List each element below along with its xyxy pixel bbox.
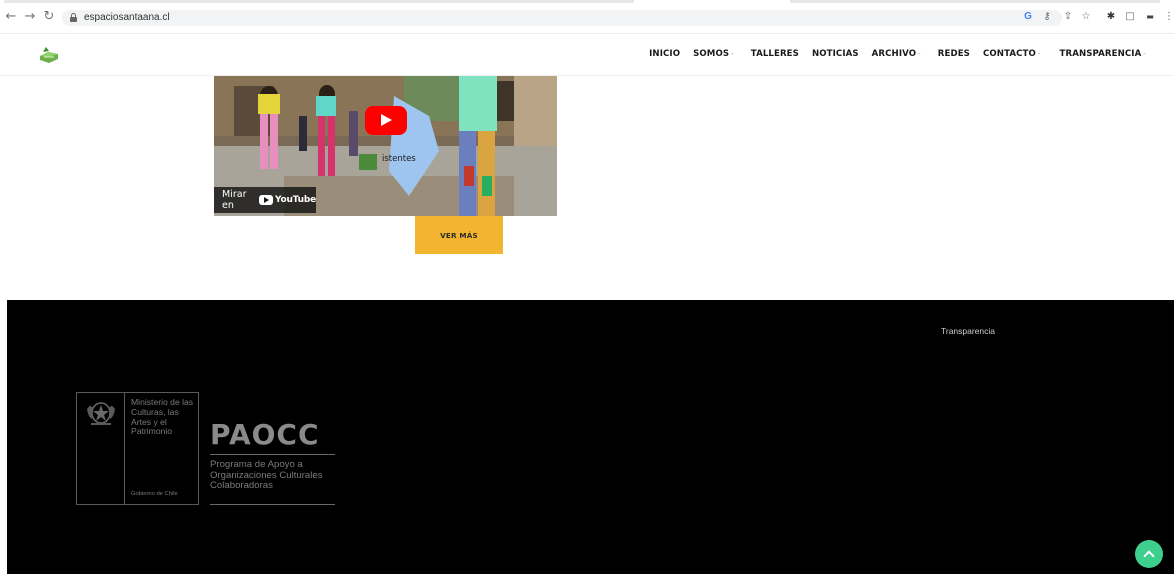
nav-label: INICIO — [649, 49, 681, 59]
video-overlay-text: istentes — [382, 154, 416, 164]
youtube-logo: YouTube — [259, 195, 316, 205]
scroll-to-top-button[interactable] — [1135, 540, 1163, 568]
nav-label: REDES — [937, 49, 970, 59]
site-header: INICIO SOMOS - TALLERES NOTICIAS ARCHIVO -… — [0, 34, 1174, 76]
nav-label: NOTICIAS — [811, 49, 859, 59]
gobierno-label: Gobierno de Chile — [131, 491, 178, 497]
paocc-divider-bottom — [210, 504, 335, 505]
chevron-down-icon: - — [1037, 50, 1041, 58]
address-bar[interactable]: espaciosantaana.cl — [62, 10, 1062, 26]
forward-icon[interactable]: → — [22, 9, 38, 25]
chevron-up-icon — [1143, 550, 1155, 562]
youtube-wordmark: YouTube — [275, 195, 316, 205]
watch-on-label: Mirar en — [222, 189, 247, 211]
main-nav: INICIO SOMOS - TALLERES NOTICIAS ARCHIVO -… — [636, 49, 1146, 59]
ministry-logo: Ministerio de las Culturas, las Artes y … — [76, 392, 199, 505]
star-icon[interactable]: ☆ — [1080, 10, 1092, 24]
nav-label: SOMOS — [693, 49, 730, 59]
site-footer: Transparencia Ministerio de las Culturas… — [7, 300, 1174, 574]
paocc-title: PAOCC — [210, 418, 320, 451]
youtube-icon — [259, 195, 273, 205]
browser-toolbar: ← → ↻ espaciosantaana.cl G ⚷ ⇪ ☆ ✱ □ ▬ ⋮ — [0, 0, 1174, 34]
back-icon[interactable]: ← — [3, 9, 19, 25]
menu-icon[interactable]: ⋮ — [1164, 10, 1174, 24]
ver-mas-button[interactable]: VER MÁS — [415, 216, 503, 254]
google-icon[interactable]: G — [1022, 10, 1034, 24]
nav-item-talleres[interactable]: TALLERES — [751, 49, 799, 59]
logo-divider — [124, 393, 125, 504]
nav-item-noticias[interactable]: NOTICIAS — [812, 49, 859, 59]
reload-icon[interactable]: ↻ — [41, 9, 57, 25]
lock-icon — [70, 13, 77, 22]
extensions-icon[interactable]: ✱ — [1104, 10, 1118, 24]
play-button[interactable] — [365, 106, 407, 135]
nav-item-archivo[interactable]: ARCHIVO - — [872, 49, 921, 59]
play-icon — [381, 114, 392, 126]
nav-item-contacto[interactable]: CONTACTO - — [983, 49, 1041, 59]
paocc-program: Programa de Apoyo a Organizaciones Cultu… — [210, 459, 323, 491]
tab-strip-right — [790, 0, 1160, 3]
sidepanel-icon[interactable]: □ — [1124, 10, 1136, 24]
nav-label: TRANSPARENCIA — [1059, 49, 1142, 59]
nav-item-transparencia[interactable]: TRANSPARENCIA - — [1060, 49, 1146, 59]
site-logo[interactable] — [38, 45, 60, 65]
share-icon[interactable]: ⇪ — [1062, 10, 1074, 24]
watch-on-youtube-button[interactable]: Mirar en YouTube — [214, 187, 316, 213]
chevron-down-icon: - — [918, 50, 921, 58]
nav-label: TALLERES — [750, 49, 799, 59]
chile-crest-icon — [87, 402, 115, 425]
tab-strip-left — [4, 0, 634, 3]
chevron-down-icon: - — [1143, 50, 1146, 58]
ministry-name: Ministerio de las Culturas, las Artes y … — [131, 397, 194, 437]
profile-icon[interactable]: ▬ — [1142, 10, 1158, 24]
nav-label: CONTACTO — [982, 49, 1036, 59]
page: ← → ↻ espaciosantaana.cl G ⚷ ⇪ ☆ ✱ □ ▬ ⋮… — [0, 0, 1174, 574]
nav-item-somos[interactable]: SOMOS - — [693, 49, 734, 59]
paocc-divider — [210, 454, 335, 455]
youtube-video-embed[interactable]: istentes Mirar en YouTube — [214, 76, 557, 216]
chevron-down-icon: - — [731, 50, 734, 58]
nav-item-inicio[interactable]: INICIO — [649, 49, 680, 59]
nav-item-redes[interactable]: REDES — [938, 49, 970, 59]
footer-link-transparencia[interactable]: Transparencia — [941, 326, 995, 336]
url-text: espaciosantaana.cl — [84, 12, 170, 23]
key-icon[interactable]: ⚷ — [1041, 10, 1053, 24]
nav-label: ARCHIVO — [871, 49, 917, 59]
